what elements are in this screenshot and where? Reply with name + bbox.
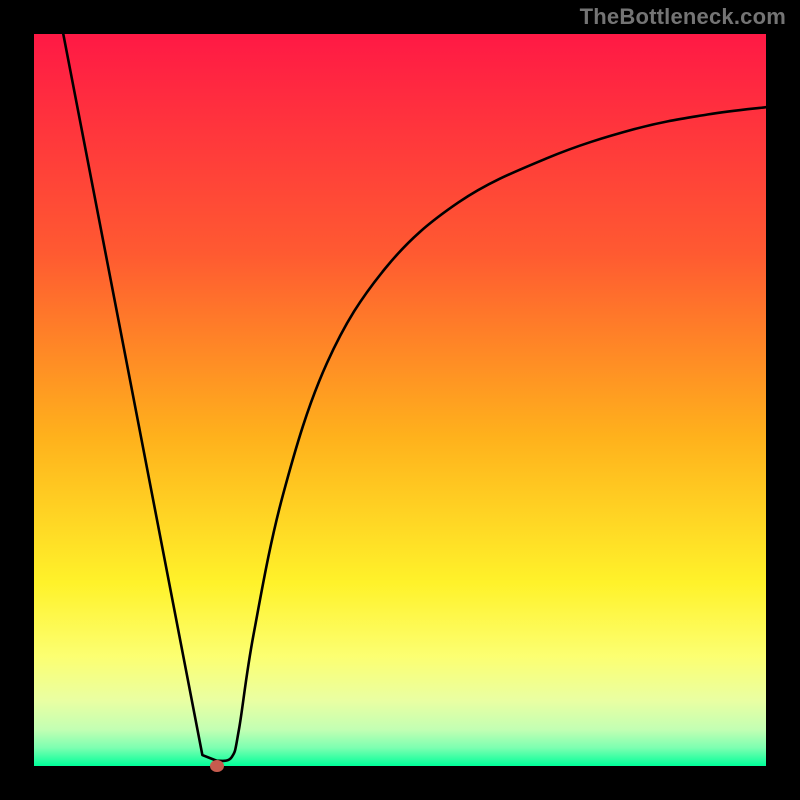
- plot-area: [34, 34, 766, 766]
- chart-frame: TheBottleneck.com: [0, 0, 800, 800]
- chart-svg: [34, 34, 766, 766]
- watermark-text: TheBottleneck.com: [580, 4, 786, 30]
- chart-background: [34, 34, 766, 766]
